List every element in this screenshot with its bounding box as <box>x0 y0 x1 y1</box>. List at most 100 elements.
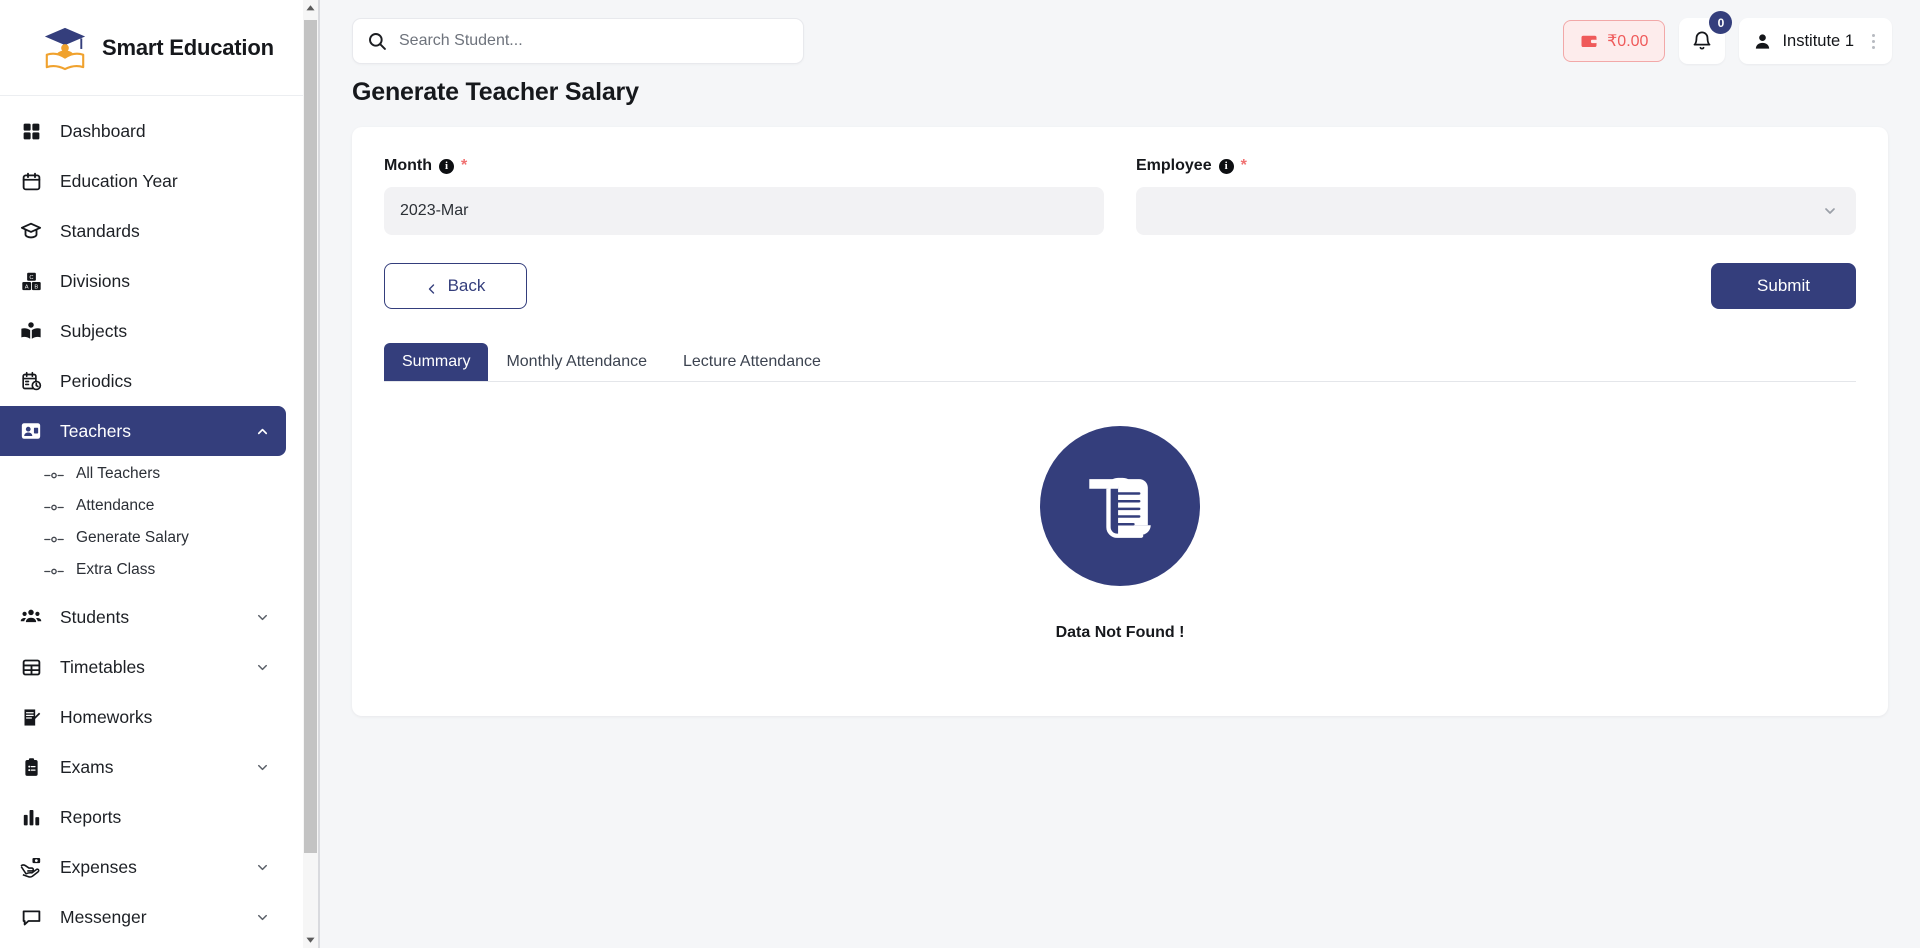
bell-icon <box>1691 30 1713 52</box>
sidebar-item-periodics[interactable]: Periodics <box>0 356 286 406</box>
bar-chart-icon <box>18 804 44 830</box>
wallet-balance-button[interactable]: ₹0.00 <box>1563 20 1666 62</box>
sidebar-item-label: Expenses <box>60 856 137 877</box>
chevron-down-icon <box>254 609 270 625</box>
table-icon <box>18 654 44 680</box>
sidebar-item-dashboard[interactable]: Dashboard <box>0 106 286 156</box>
svg-text:B: B <box>34 284 38 290</box>
tab-monthly-attendance[interactable]: Monthly Attendance <box>488 343 665 381</box>
sidebar-item-label: Standards <box>60 220 140 241</box>
graduation-cap-icon <box>18 218 44 244</box>
submenu-item-all-teachers[interactable]: All Teachers <box>0 458 320 490</box>
svg-text:A: A <box>24 284 28 290</box>
blocks-icon: C A B <box>18 268 44 294</box>
sidebar-nav: Dashboard Education Year Standards C A B… <box>0 96 320 942</box>
brand-name: Smart Education <box>102 34 274 60</box>
dash-circle-icon <box>44 468 64 480</box>
sidebar-item-standards[interactable]: Standards <box>0 206 286 256</box>
form-row: Month i * 2023-Mar Employee i * <box>384 157 1856 235</box>
brand-header[interactable]: Smart Education <box>0 0 320 96</box>
submit-button[interactable]: Submit <box>1711 263 1856 309</box>
scroll-up-arrow-icon[interactable] <box>303 0 318 16</box>
sidebar-item-label: Messenger <box>60 906 147 927</box>
empty-state: Data Not Found ! <box>384 382 1856 682</box>
notification-count-badge: 0 <box>1709 11 1733 34</box>
topbar-actions: ₹0.00 0 Institute 1 <box>1563 11 1892 64</box>
submenu-item-label: Extra Class <box>76 561 156 578</box>
sidebar-item-messenger[interactable]: Messenger <box>0 892 286 942</box>
submenu-item-label: Attendance <box>76 497 155 514</box>
employee-label-text: Employee <box>1136 157 1212 174</box>
sidebar-item-label: Timetables <box>60 656 145 677</box>
user-name: Institute 1 <box>1782 31 1854 50</box>
empty-state-message: Data Not Found ! <box>1055 624 1185 641</box>
calendar-icon <box>18 168 44 194</box>
employee-select[interactable] <box>1136 187 1856 235</box>
submit-button-label: Submit <box>1757 276 1810 295</box>
sidebar-item-education-year[interactable]: Education Year <box>0 156 286 206</box>
chevron-down-icon <box>254 859 270 875</box>
sidebar-item-teachers[interactable]: Teachers <box>0 406 286 456</box>
chat-icon <box>18 904 44 930</box>
chevron-down-icon <box>254 659 270 675</box>
tab-summary[interactable]: Summary <box>384 343 489 381</box>
employee-field-group: Employee i * <box>1136 157 1856 235</box>
sidebar-item-reports[interactable]: Reports <box>0 792 286 842</box>
scroll-document-icon <box>1040 426 1200 586</box>
users-icon <box>18 604 44 630</box>
note-edit-icon <box>18 704 44 730</box>
main-content: ₹0.00 0 <box>320 0 1920 948</box>
notifications-button[interactable]: 0 <box>1679 11 1733 64</box>
required-marker: * <box>460 157 468 174</box>
sidebar-item-divisions[interactable]: C A B Divisions <box>0 256 286 306</box>
sidebar-item-label: Periodics <box>60 370 132 391</box>
tab-lecture-attendance[interactable]: Lecture Attendance <box>665 343 839 381</box>
user-menu[interactable]: Institute 1 <box>1739 18 1892 64</box>
sidebar-item-students[interactable]: Students <box>0 592 286 642</box>
month-input[interactable]: 2023-Mar <box>384 187 1104 235</box>
sidebar-item-subjects[interactable]: Subjects <box>0 306 286 356</box>
sidebar-scrollbar[interactable] <box>303 0 318 948</box>
submenu-item-extra-class[interactable]: Extra Class <box>0 554 320 586</box>
sidebar-item-label: Teachers <box>60 420 132 441</box>
sidebar-item-label: Homeworks <box>60 706 153 727</box>
back-button[interactable]: Back <box>384 263 527 309</box>
sidebar-item-exams[interactable]: Exams <box>0 742 286 792</box>
book-icon <box>18 318 44 344</box>
chevron-down-icon <box>1822 203 1838 219</box>
info-icon[interactable]: i <box>1218 158 1234 174</box>
sidebar-item-homeworks[interactable]: Homeworks <box>0 692 286 742</box>
scroll-down-arrow-icon[interactable] <box>303 932 318 948</box>
dash-circle-icon <box>44 564 64 576</box>
wallet-amount: ₹0.00 <box>1607 33 1649 50</box>
clipboard-icon <box>18 754 44 780</box>
sidebar-item-timetables[interactable]: Timetables <box>0 642 286 692</box>
month-label-text: Month <box>384 157 432 174</box>
dash-circle-icon <box>44 500 64 512</box>
submenu-item-attendance[interactable]: Attendance <box>0 490 320 522</box>
info-icon[interactable]: i <box>438 158 454 174</box>
page-title: Generate Teacher Salary <box>352 78 639 106</box>
grid-icon <box>18 118 44 144</box>
submenu-item-generate-salary[interactable]: Generate Salary <box>0 522 320 554</box>
scrollbar-thumb[interactable] <box>304 20 317 853</box>
sidebar-item-expenses[interactable]: Expenses <box>0 842 286 892</box>
sidebar: Smart Education Dashboard Education Year… <box>0 0 320 948</box>
month-field-group: Month i * 2023-Mar <box>384 157 1104 235</box>
form-actions: Back Submit <box>384 263 1856 309</box>
kebab-menu-icon[interactable] <box>1864 30 1882 52</box>
app-root: Smart Education Dashboard Education Year… <box>0 0 1920 948</box>
search-input[interactable] <box>399 32 789 50</box>
sidebar-item-label: Education Year <box>60 170 178 191</box>
chevron-down-icon <box>254 909 270 925</box>
back-button-label: Back <box>447 276 486 295</box>
tab-bar: Summary Monthly Attendance Lecture Atten… <box>384 343 1856 382</box>
chevron-down-icon <box>254 759 270 775</box>
search-box[interactable] <box>352 18 804 64</box>
graduation-cap-logo-icon <box>42 25 88 71</box>
calendar-clock-icon <box>18 368 44 394</box>
topbar: ₹0.00 0 <box>320 0 1920 82</box>
sidebar-item-label: Divisions <box>60 270 131 291</box>
search-icon <box>367 31 387 51</box>
salary-form-card: Month i * 2023-Mar Employee i * Back Sub… <box>352 127 1888 716</box>
